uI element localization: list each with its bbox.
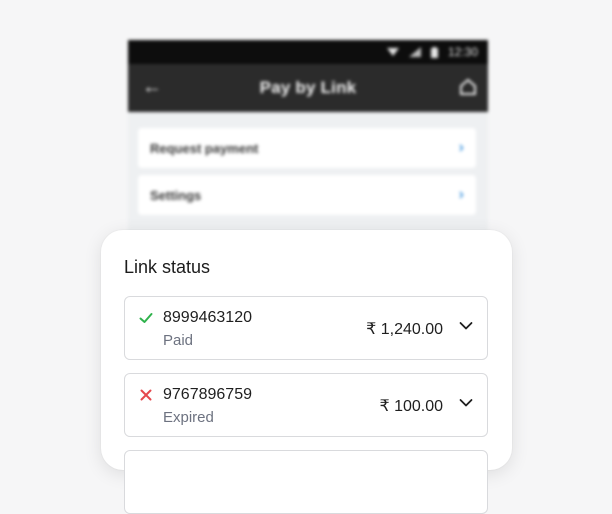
chevron-down-icon[interactable]	[459, 321, 473, 331]
menu-item-label: Settings	[150, 187, 202, 203]
link-row-expired[interactable]: 9767896759 Expired ₹ 100.00	[124, 373, 488, 437]
home-icon[interactable]	[458, 77, 478, 97]
chevron-right-icon: ›	[458, 186, 464, 203]
status-time: 12:30	[447, 45, 478, 59]
menu-item-label: Request payment	[150, 140, 259, 156]
chevron-right-icon: ›	[458, 139, 464, 156]
wifi-icon	[386, 48, 399, 56]
link-status-sheet: Link status 8999463120 Paid ₹ 1,240.00 9…	[101, 230, 512, 514]
signal-icon	[408, 47, 421, 57]
link-row-paid[interactable]: 8999463120 Paid ₹ 1,240.00	[124, 296, 488, 360]
sheet-title: Link status	[124, 257, 211, 277]
link-amount: ₹ 1,240.00	[366, 321, 443, 338]
link-phone-number: 8999463120	[163, 309, 252, 326]
battery-icon	[430, 46, 438, 58]
link-status-text: Paid	[163, 332, 194, 349]
link-status-text: Expired	[163, 409, 214, 426]
status-bar: 12:30	[128, 40, 488, 64]
back-arrow-icon[interactable]: ←	[142, 76, 162, 99]
chevron-down-icon[interactable]	[459, 398, 473, 408]
menu-item-request-payment[interactable]: Request payment ›	[138, 128, 476, 168]
link-row-partial[interactable]	[124, 450, 488, 514]
link-amount: ₹ 100.00	[379, 398, 443, 415]
page-title: Pay by Link	[259, 78, 357, 97]
menu-item-settings[interactable]: Settings ›	[138, 175, 476, 215]
check-icon	[139, 313, 153, 323]
link-phone-number: 9767896759	[163, 386, 252, 403]
cross-icon	[140, 389, 152, 401]
app-bar: ← Pay by Link	[128, 64, 488, 112]
